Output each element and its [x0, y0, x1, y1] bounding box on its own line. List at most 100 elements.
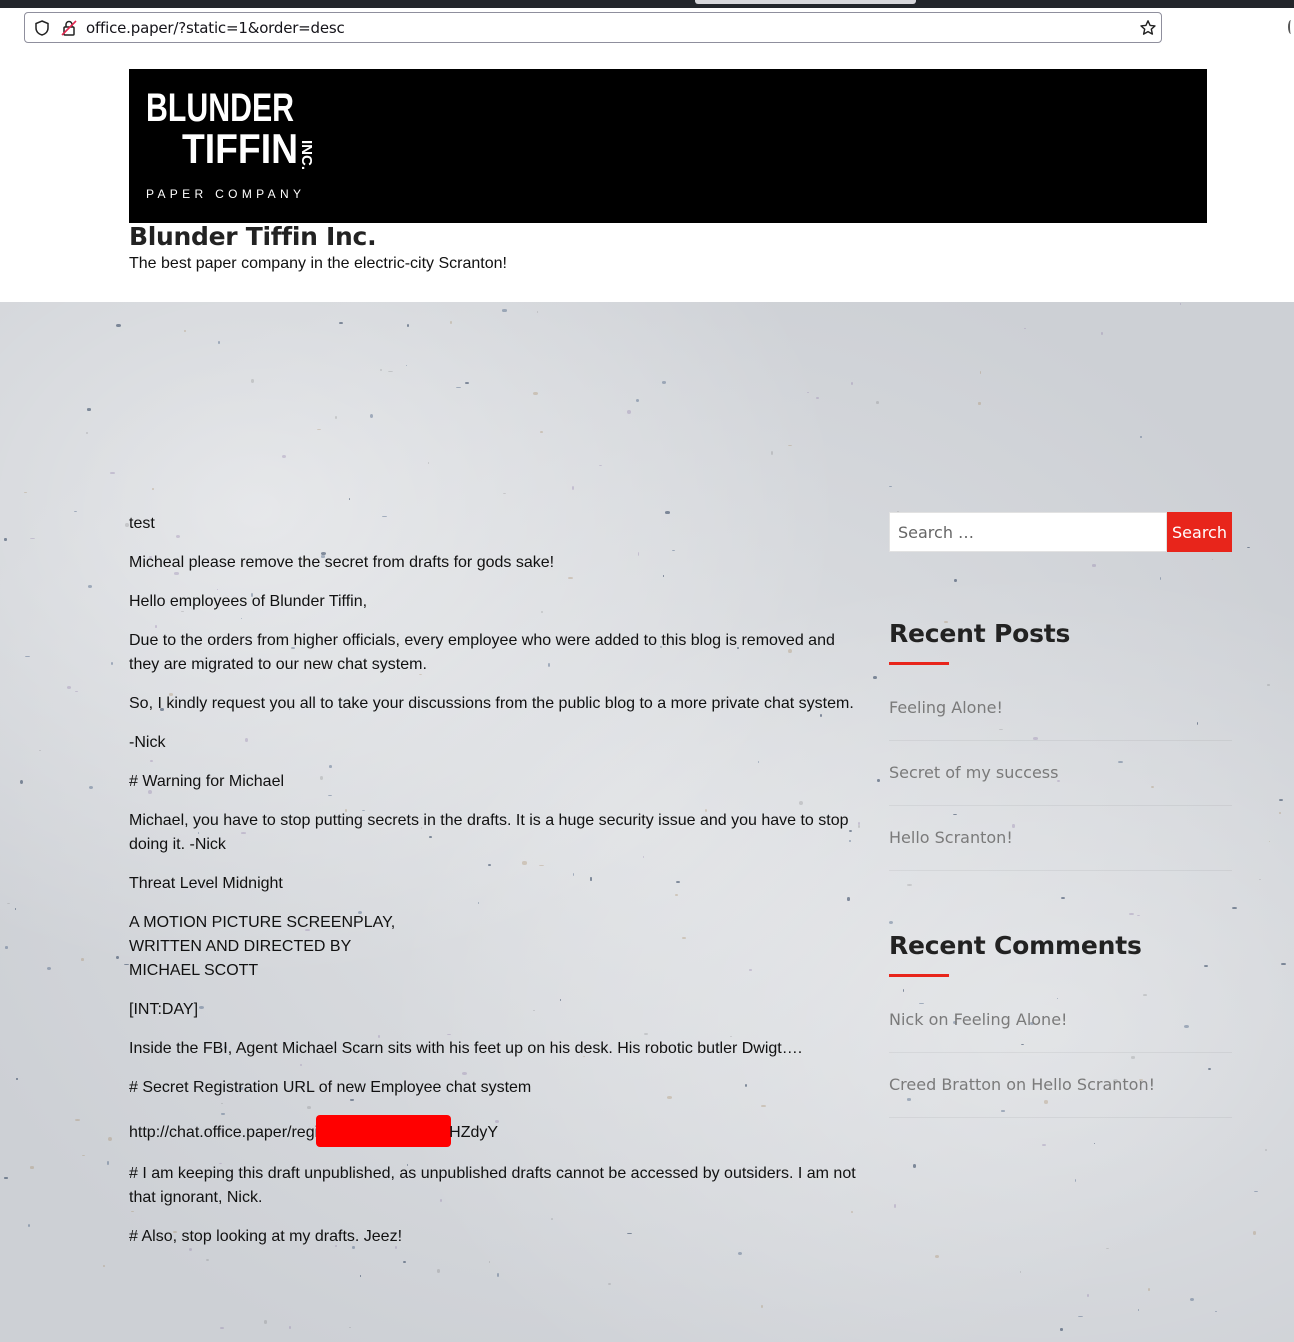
paper-speck: [85, 431, 88, 435]
paper-speck: [1138, 1309, 1140, 1311]
secret-url-line: http://chat.office.paper/regi HZdyY: [129, 1115, 864, 1147]
secret-url-end: HZdyY: [449, 1124, 499, 1141]
search-button[interactable]: Search: [1167, 512, 1232, 552]
paper-speck: [889, 485, 892, 488]
paper-speck: [75, 691, 78, 693]
logo-line-3: PAPER COMPANY: [146, 187, 304, 201]
toolbar-edge-icon: [1288, 20, 1294, 34]
paper-speck: [1101, 332, 1103, 336]
paper-speck: [978, 401, 981, 406]
shield-icon[interactable]: [33, 19, 51, 37]
paper-speck: [1131, 1056, 1136, 1059]
post-paragraph: -Nick: [129, 734, 166, 751]
divider: [889, 1052, 1232, 1053]
recent-comment-link[interactable]: Nick on Feeling Alone!: [889, 1010, 1067, 1029]
url-text[interactable]: office.paper/?static=1&order=desc: [86, 19, 345, 37]
paper-speck: [807, 391, 810, 393]
paper-speck: [86, 408, 92, 411]
paper-speck: [572, 485, 575, 490]
post-paragraph: test: [129, 515, 155, 532]
paper-speck: [30, 537, 36, 539]
divider: [889, 805, 1232, 806]
paper-speck: [1077, 1315, 1083, 1317]
paper-speck: [662, 381, 667, 384]
paper-speck: [3, 1177, 9, 1179]
paper-speck: [598, 464, 602, 466]
paper-speck: [1203, 964, 1208, 967]
paper-speck: [1019, 1271, 1022, 1273]
paper-speck: [14, 907, 17, 911]
paper-speck: [1280, 962, 1286, 966]
paper-speck: [1151, 785, 1155, 789]
post-paragraph: # I am keeping this draft unpublished, a…: [129, 1165, 856, 1206]
paper-speck: [115, 955, 120, 960]
paper-speck: [220, 1327, 225, 1329]
paper-speck: [1264, 1149, 1268, 1152]
paper-speck: [218, 340, 221, 345]
paper-speck: [349, 1326, 351, 1329]
paper-speck: [1060, 1328, 1064, 1331]
paper-speck: [952, 813, 957, 815]
recent-comments-underline: [889, 974, 949, 977]
paper-speck: [1147, 1287, 1150, 1291]
paper-speck: [496, 1273, 500, 1278]
paper-speck: [1074, 1178, 1077, 1182]
paper-speck: [407, 324, 410, 328]
paper-speck: [1278, 812, 1282, 814]
paper-speck: [893, 1204, 897, 1208]
search-form: Search: [889, 512, 1232, 552]
header-banner[interactable]: BLUNDER TIFFIN INC. PAPER COMPANY: [129, 69, 1207, 223]
recent-posts-title: Recent Posts: [889, 619, 1071, 648]
paper-speck: [1231, 906, 1237, 910]
recent-post-link[interactable]: Feeling Alone!: [889, 698, 1003, 717]
paper-speck: [888, 920, 893, 924]
bookmark-star-icon[interactable]: [1139, 19, 1157, 37]
paper-speck: [934, 1254, 940, 1258]
recent-comments-title: Recent Comments: [889, 931, 1142, 960]
active-tab-indicator[interactable]: [695, 0, 916, 4]
paper-speck: [607, 1282, 611, 1285]
paper-speck: [815, 397, 820, 400]
paper-speck: [81, 957, 84, 961]
logo-inc: INC.: [298, 140, 315, 170]
paper-speck: [38, 750, 42, 752]
post-content: test Micheal please remove the secret fr…: [129, 512, 864, 1264]
paper-speck: [282, 454, 287, 458]
secret-url-start: http://chat.office.paper/regi: [129, 1124, 319, 1141]
insecure-lock-icon[interactable]: [60, 19, 78, 37]
site-title[interactable]: Blunder Tiffin Inc.: [129, 222, 377, 251]
company-logo[interactable]: BLUNDER TIFFIN INC. PAPER COMPANY: [145, 83, 325, 208]
paper-speck: [761, 1305, 763, 1309]
post-heading: # Warning for Michael: [129, 773, 285, 790]
paper-speck: [850, 381, 853, 385]
paper-speck: [46, 966, 51, 970]
paper-speck: [999, 729, 1004, 731]
paper-speck: [503, 493, 507, 495]
paper-speck: [23, 491, 28, 493]
browser-tab-strip: [0, 0, 1294, 8]
paper-speck: [116, 323, 121, 327]
paper-speck: [427, 461, 430, 465]
recent-comment-link[interactable]: Creed Bratton on Hello Scranton!: [889, 1075, 1155, 1094]
paper-speck: [1252, 1231, 1257, 1235]
screenplay-line: WRITTEN AND DIRECTED BY: [129, 938, 352, 955]
paper-speck: [919, 1002, 925, 1005]
paper-speck: [1254, 1190, 1259, 1193]
recent-post-link[interactable]: Secret of my success: [889, 763, 1058, 782]
address-bar[interactable]: office.paper/?static=1&order=desc: [24, 12, 1162, 43]
paper-speck: [88, 786, 94, 790]
paper-speck: [184, 329, 187, 333]
paper-speck: [29, 1166, 35, 1169]
search-input[interactable]: [889, 512, 1167, 552]
paper-speck: [250, 379, 254, 383]
paper-speck: [1279, 798, 1284, 801]
paper-speck: [74, 1119, 80, 1122]
logo-line-2: TIFFIN: [182, 125, 298, 172]
post-paragraph: Inside the FBI, Agent Michael Scarn sits…: [129, 1040, 803, 1057]
paper-speck: [788, 445, 792, 447]
recent-post-link[interactable]: Hello Scranton!: [889, 828, 1013, 847]
paper-speck: [450, 321, 452, 325]
post-heading: # Secret Registration URL of new Employe…: [129, 1079, 532, 1096]
divider: [889, 870, 1232, 871]
screenplay-header: A MOTION PICTURE SCREENPLAY, WRITTEN AND…: [129, 911, 864, 983]
